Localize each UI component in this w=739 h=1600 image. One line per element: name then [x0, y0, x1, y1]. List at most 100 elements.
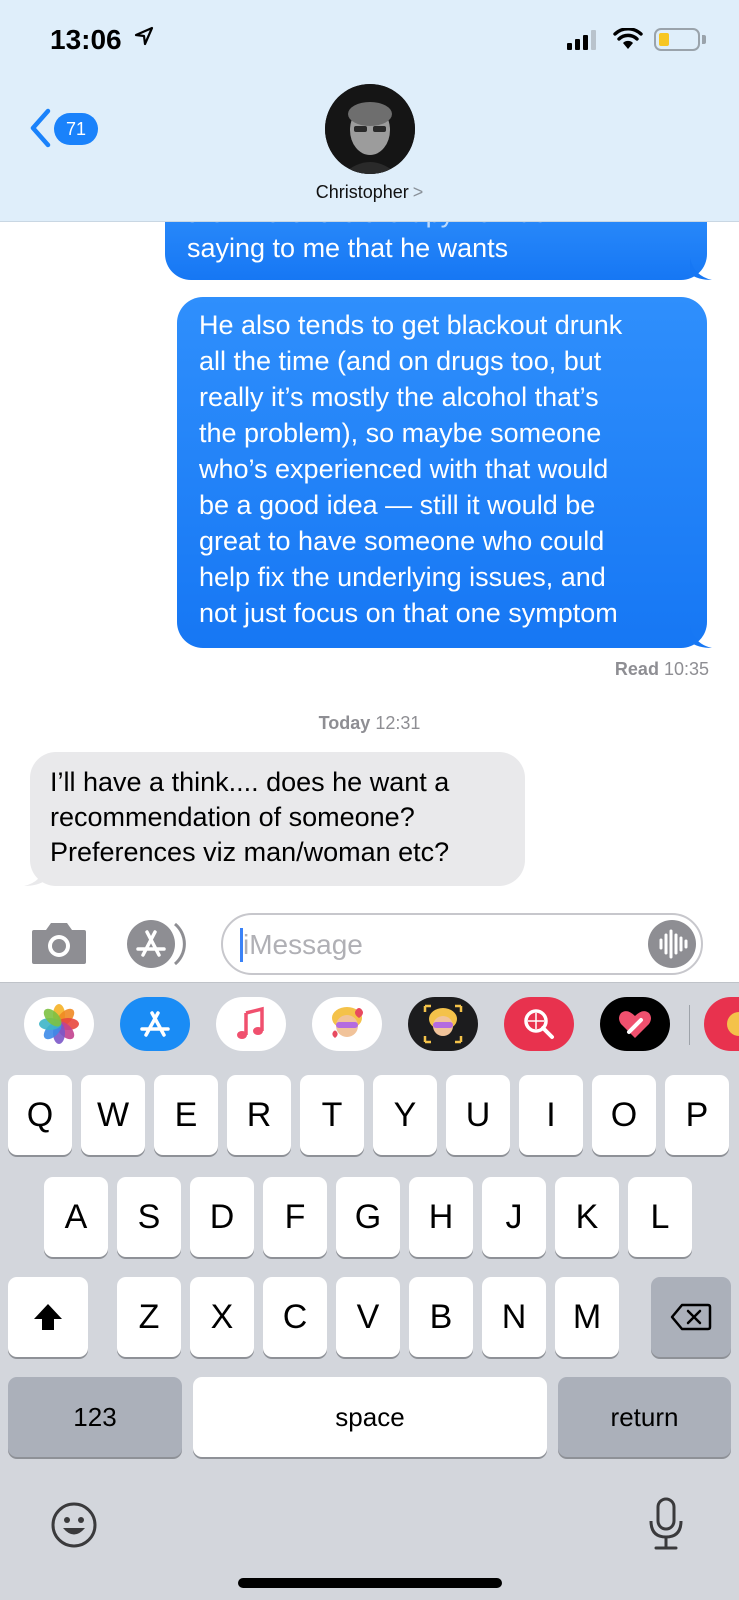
- camera-icon[interactable]: [30, 920, 88, 966]
- key-q[interactable]: Q: [8, 1075, 72, 1155]
- key-l[interactable]: L: [628, 1177, 692, 1257]
- return-key[interactable]: return: [558, 1377, 731, 1457]
- key-v[interactable]: V: [336, 1277, 400, 1357]
- dictation-mic-icon[interactable]: [646, 1496, 686, 1552]
- key-h[interactable]: H: [409, 1177, 473, 1257]
- key-y[interactable]: Y: [373, 1075, 437, 1155]
- message-timestamp: Today 12:31: [0, 713, 739, 734]
- digital-touch-icon: [619, 1011, 651, 1038]
- memoji-stickers-icon: [332, 1007, 363, 1038]
- animoji-button[interactable]: [408, 997, 478, 1051]
- imessage-placeholder: iMessage: [243, 929, 363, 960]
- message-line: the problem), so maybe someone: [199, 418, 602, 448]
- back-chevron-icon[interactable]: [28, 108, 52, 148]
- message-line: not just focus on that one symptom: [199, 598, 618, 628]
- more-apps-icon: [727, 1012, 739, 1036]
- key-w[interactable]: W: [81, 1075, 145, 1155]
- key-k[interactable]: K: [555, 1177, 619, 1257]
- key-n[interactable]: N: [482, 1277, 546, 1357]
- location-arrow-icon: [134, 26, 154, 46]
- key-j[interactable]: J: [482, 1177, 546, 1257]
- keyboard: Q W E R T Y U I O P A S D F G H J K L Z …: [0, 1075, 739, 1600]
- message-line: really it’s mostly the alcohol that’s: [199, 382, 599, 412]
- key-p[interactable]: P: [665, 1075, 729, 1155]
- battery-icon: [654, 28, 700, 51]
- imessage-input[interactable]: iMessage: [221, 913, 703, 975]
- key-e[interactable]: E: [154, 1075, 218, 1155]
- key-g[interactable]: G: [336, 1177, 400, 1257]
- battery-nub: [702, 35, 706, 44]
- memoji-stickers-button[interactable]: [312, 997, 382, 1051]
- message-line: help fix the underlying issues, and: [199, 562, 606, 592]
- bubble-tail: [24, 864, 46, 886]
- image-search-button[interactable]: [504, 997, 574, 1051]
- more-apps-button[interactable]: [704, 997, 739, 1051]
- incoming-message-bubble[interactable]: I’ll have a think.... does he want a rec…: [30, 752, 525, 886]
- key-s[interactable]: S: [117, 1177, 181, 1257]
- delete-key[interactable]: [651, 1277, 731, 1357]
- music-icon: [237, 1006, 264, 1039]
- text-caret: [240, 928, 243, 962]
- timestamp-time: 12:31: [375, 713, 421, 733]
- photos-app-icon: [39, 1004, 79, 1044]
- home-indicator[interactable]: [238, 1578, 502, 1588]
- message-line: who’s experienced with that would: [199, 454, 609, 484]
- app-strip-divider: [689, 1005, 690, 1045]
- message-line: recommendation of someone?: [50, 802, 415, 832]
- waveform-icon: [659, 929, 688, 959]
- shift-arrow-icon: [34, 1304, 62, 1330]
- message-line: I’ll have a think.... does he want a: [50, 767, 450, 797]
- key-t[interactable]: T: [300, 1075, 364, 1155]
- app-store-app-button[interactable]: [120, 997, 190, 1051]
- wifi-icon: [613, 28, 643, 49]
- read-receipt: Read 10:35: [615, 659, 709, 680]
- photos-app-button[interactable]: [24, 997, 94, 1051]
- avatar-portrait-icon: [325, 84, 415, 174]
- key-o[interactable]: O: [592, 1075, 656, 1155]
- app-store-icon[interactable]: [125, 918, 191, 970]
- music-app-button[interactable]: [216, 997, 286, 1051]
- message-line: be a good idea — still it would be: [199, 490, 596, 520]
- bubble-tail: [690, 258, 712, 280]
- key-d[interactable]: D: [190, 1177, 254, 1257]
- contact-name[interactable]: Christopher >: [0, 182, 739, 203]
- contact-avatar[interactable]: [325, 84, 415, 174]
- key-m[interactable]: M: [555, 1277, 619, 1357]
- key-f[interactable]: F: [263, 1177, 327, 1257]
- emoji-icon[interactable]: [50, 1501, 98, 1549]
- timestamp-day: Today: [318, 713, 371, 733]
- outgoing-message-bubble[interactable]: He also tends to get blackout drunk all …: [177, 297, 707, 648]
- app-store-icon: [140, 1011, 170, 1037]
- message-line: great to have someone who could: [199, 526, 605, 556]
- message-line: He also tends to get blackout drunk: [199, 310, 623, 340]
- backspace-icon: [670, 1303, 712, 1331]
- conversation-header: 13:06 71 Christopher >: [0, 0, 739, 222]
- message-text: saying to me that he wants: [187, 233, 509, 263]
- digital-touch-button[interactable]: [600, 997, 670, 1051]
- unread-count-badge[interactable]: 71: [54, 113, 98, 145]
- message-line: Preferences viz man/woman etc?: [50, 837, 450, 867]
- key-b[interactable]: B: [409, 1277, 473, 1357]
- image-search-icon: [524, 1009, 554, 1039]
- key-z[interactable]: Z: [117, 1277, 181, 1357]
- message-line: all the time (and on drugs too, but: [199, 346, 602, 376]
- key-x[interactable]: X: [190, 1277, 254, 1357]
- status-time: 13:06: [50, 24, 122, 55]
- key-u[interactable]: U: [446, 1075, 510, 1155]
- numbers-key[interactable]: 123: [8, 1377, 182, 1457]
- contact-chevron-icon: >: [412, 182, 424, 202]
- bubble-tail: [690, 626, 712, 648]
- key-a[interactable]: A: [44, 1177, 108, 1257]
- key-r[interactable]: R: [227, 1075, 291, 1155]
- shift-key[interactable]: [8, 1277, 88, 1357]
- cellular-signal-icon: [567, 30, 596, 50]
- animoji-icon: [423, 1004, 463, 1044]
- contact-name-label: Christopher: [315, 182, 409, 202]
- imessage-app-strip: [0, 982, 739, 1075]
- key-c[interactable]: C: [263, 1277, 327, 1357]
- read-time: 10:35: [663, 659, 709, 679]
- read-label: Read: [614, 659, 659, 679]
- key-i[interactable]: I: [519, 1075, 583, 1155]
- audio-message-button[interactable]: [648, 920, 696, 968]
- space-key[interactable]: space: [193, 1377, 547, 1457]
